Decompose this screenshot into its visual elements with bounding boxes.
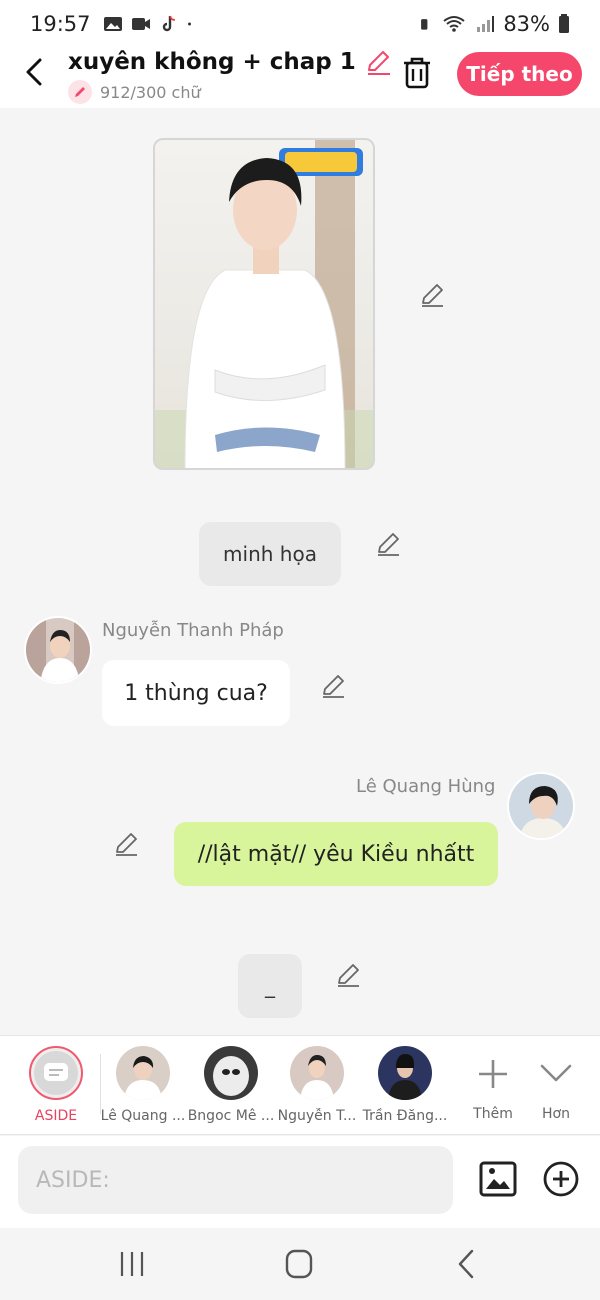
- illustration-image[interactable]: [153, 138, 375, 470]
- avatar: [116, 1046, 170, 1100]
- battery-saver-icon: [421, 19, 428, 30]
- dot-icon: [187, 22, 191, 26]
- avatar[interactable]: [24, 616, 92, 684]
- wifi-icon: [443, 16, 465, 32]
- edit-icon[interactable]: [319, 672, 347, 700]
- edit-icon[interactable]: [418, 281, 446, 309]
- story-title-text: xuyên không + chap 1: [68, 49, 356, 75]
- character-item[interactable]: Nguyễn T...: [272, 1046, 362, 1124]
- input-bar: [0, 1136, 600, 1228]
- message-bubble-left[interactable]: 1 thùng cua?: [102, 660, 290, 726]
- system-nav-bar: [0, 1228, 600, 1300]
- image-icon[interactable]: [478, 1160, 518, 1198]
- character-label: Lê Quang ...: [100, 1108, 186, 1124]
- word-count: 912/300 chữ: [68, 80, 201, 104]
- trash-icon[interactable]: [400, 54, 434, 90]
- aside-avatar: [29, 1046, 83, 1100]
- edit-icon[interactable]: [334, 961, 362, 989]
- status-right: 83%: [419, 12, 570, 36]
- character-label: Nguyễn T...: [277, 1108, 357, 1124]
- aside-message[interactable]: minh họa: [199, 522, 341, 586]
- character-bar: ASIDE Lê Quang ... Bngoc Mê ... Nguyễn T…: [0, 1035, 600, 1135]
- aside-message[interactable]: _: [238, 954, 302, 1018]
- character-label: ASIDE: [34, 1108, 78, 1124]
- battery-percent: 83%: [503, 12, 550, 36]
- sender-name: Nguyễn Thanh Pháp: [102, 620, 284, 641]
- edit-icon[interactable]: [112, 830, 140, 858]
- editor-header: xuyên không + chap 1 912/300 chữ Tiếp th…: [0, 40, 600, 108]
- more-button[interactable]: Hơn: [511, 1046, 600, 1122]
- character-item[interactable]: Trần Đăng...: [360, 1046, 450, 1124]
- character-item[interactable]: Bngoc Mê ...: [186, 1046, 276, 1124]
- character-item[interactable]: Lê Quang ...: [98, 1046, 188, 1124]
- avatar[interactable]: [507, 772, 575, 840]
- next-button[interactable]: Tiếp theo: [457, 52, 582, 96]
- back-icon[interactable]: [20, 54, 50, 90]
- tiktok-icon: [162, 15, 175, 32]
- chat-bubble-icon: [44, 1063, 68, 1081]
- story-title[interactable]: xuyên không + chap 1: [68, 48, 392, 76]
- chat-area[interactable]: minh họa Nguyễn Thanh Pháp 1 thùng cua? …: [0, 108, 600, 1035]
- gallery-icon: [103, 17, 122, 31]
- home-icon[interactable]: [281, 1248, 317, 1280]
- sender-name: Lê Quang Hùng: [356, 776, 496, 797]
- battery-icon: [559, 14, 569, 33]
- pencil-badge-icon: [68, 80, 92, 104]
- avatar: [204, 1046, 258, 1100]
- avatar: [378, 1046, 432, 1100]
- back-nav-icon[interactable]: [450, 1248, 486, 1280]
- message-input[interactable]: [18, 1146, 453, 1214]
- video-call-icon: [131, 18, 150, 30]
- edit-icon[interactable]: [374, 530, 402, 558]
- signal-icon: [477, 16, 495, 32]
- character-aside[interactable]: ASIDE: [11, 1046, 101, 1124]
- status-time: 19:57: [30, 12, 91, 36]
- character-label: Bngoc Mê ...: [187, 1108, 275, 1124]
- edit-title-icon[interactable]: [364, 48, 392, 76]
- avatar: [290, 1046, 344, 1100]
- notification-icons: [103, 15, 197, 33]
- message-bubble-right[interactable]: //lật mặt// yêu Kiều nhấtt: [174, 822, 498, 886]
- character-label: Trần Đăng...: [362, 1108, 448, 1124]
- add-circle-icon[interactable]: [542, 1160, 580, 1198]
- chevron-down-icon: [540, 1064, 572, 1082]
- recent-apps-icon[interactable]: [114, 1248, 150, 1280]
- word-count-text: 912/300 chữ: [100, 82, 201, 102]
- more-label: Hơn: [542, 1106, 570, 1122]
